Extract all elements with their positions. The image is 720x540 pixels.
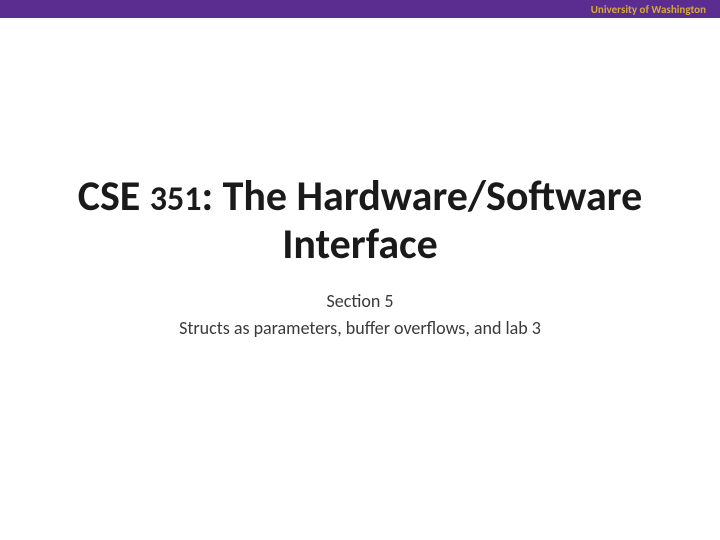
subtitle-block: Section 5 Structs as parameters, buffer … [0, 288, 720, 342]
institution-label: University of Washington [591, 3, 706, 16]
title-suffix: : The Hardware/Software Interface [202, 171, 643, 270]
section-description: Structs as parameters, buffer overflows,… [0, 315, 720, 342]
section-number: Section 5 [0, 288, 720, 315]
slide-content: CSE 351: The Hardware/Software Interface… [0, 18, 720, 342]
course-prefix: CSE [78, 171, 150, 222]
slide-title: CSE 351: The Hardware/Software Interface [0, 173, 720, 270]
course-number: 351 [150, 179, 202, 220]
header-bar: University of Washington [0, 0, 720, 18]
